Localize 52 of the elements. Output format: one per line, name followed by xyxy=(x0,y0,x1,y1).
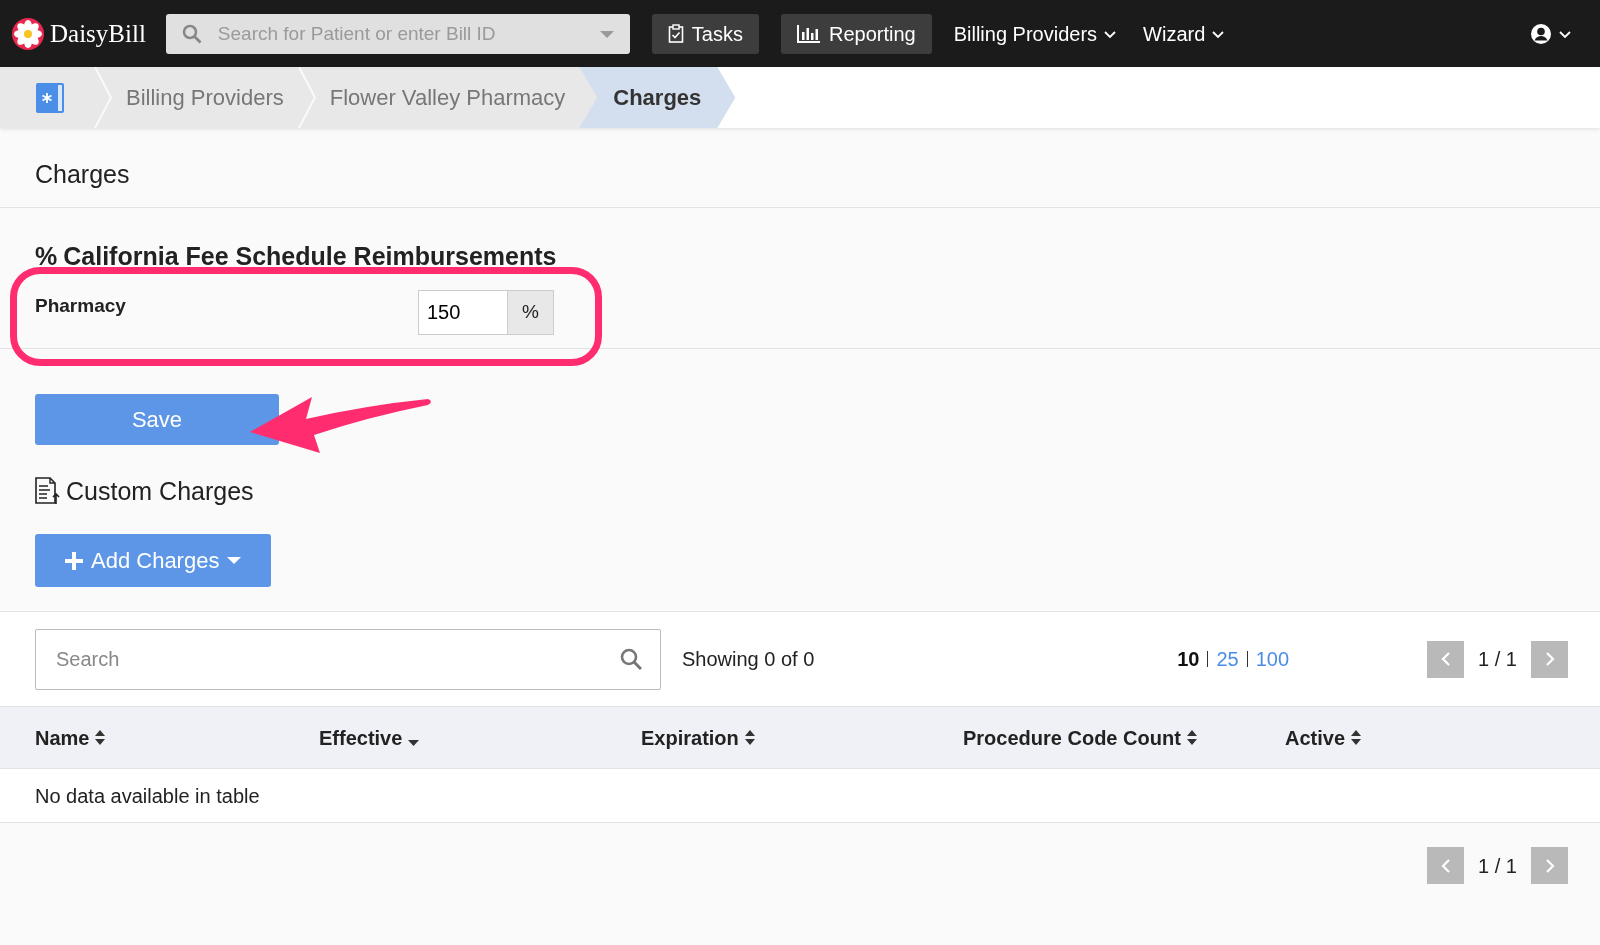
page-size-link[interactable]: 10 xyxy=(1177,644,1200,674)
page-title: Charges xyxy=(0,143,1600,208)
user-menu-button[interactable] xyxy=(1530,22,1572,45)
percent-input[interactable]: 150 xyxy=(418,289,508,335)
column-header[interactable]: Expiration xyxy=(641,722,963,753)
dropdown-caret-icon xyxy=(599,30,614,38)
field-label: Pharmacy xyxy=(35,293,127,318)
document-upload-icon xyxy=(35,477,60,506)
column-header[interactable]: Name xyxy=(35,722,319,753)
section-title: California Fee Schedule Reimbursements xyxy=(63,241,557,272)
section-title: Custom Charges xyxy=(66,475,254,507)
next-page-button[interactable] xyxy=(1531,640,1568,678)
column-header[interactable]: Effective xyxy=(319,722,641,753)
search-icon xyxy=(620,648,642,670)
breadcrumb-separator xyxy=(297,67,316,128)
next-page-button[interactable] xyxy=(1531,847,1568,884)
unit-addon: % xyxy=(508,289,554,335)
chevron-right-icon xyxy=(1544,858,1555,873)
clipboard-icon xyxy=(667,24,684,43)
search-icon xyxy=(181,23,202,44)
chevron-right-icon xyxy=(1544,652,1555,666)
results-count: Showing 0 of 0 xyxy=(682,647,815,672)
chevron-down-icon xyxy=(1558,28,1572,39)
nav-dropdown[interactable]: Wizard xyxy=(1143,18,1226,49)
breadcrumb-link[interactable]: Charges xyxy=(579,67,736,128)
plus-icon xyxy=(65,551,83,570)
page-indicator: 1 / 1 xyxy=(1478,647,1517,672)
daisy-logo-icon xyxy=(12,17,44,50)
previous-page-button[interactable] xyxy=(1427,640,1465,678)
chevron-down-icon xyxy=(1103,28,1118,39)
breadcrumb-link[interactable]: Flower Valley Pharmacy xyxy=(315,67,580,128)
breadcrumb-separator xyxy=(94,67,112,128)
empty-table-message: No data available in table xyxy=(0,769,1600,823)
page-indicator: 1 / 1 xyxy=(1478,853,1517,879)
nav-button[interactable]: Reporting xyxy=(780,13,932,54)
user-avatar-icon xyxy=(1530,22,1552,45)
previous-page-button[interactable] xyxy=(1427,847,1465,884)
chevron-left-icon xyxy=(1440,858,1451,873)
search-box[interactable]: Search xyxy=(35,628,661,690)
chevron-left-icon xyxy=(1440,652,1451,666)
bar-chart-icon xyxy=(796,24,821,43)
column-header[interactable]: Active xyxy=(1285,722,1485,753)
column-header[interactable]: Procedure Code Count xyxy=(963,722,1285,753)
percent-icon: % xyxy=(35,238,58,276)
search-field[interactable]: Search for Patient or enter Bill ID xyxy=(165,13,630,54)
nav-button[interactable]: Tasks xyxy=(651,13,759,54)
nav-dropdown[interactable]: Billing Providers xyxy=(953,18,1118,49)
medical-binder-icon xyxy=(36,82,64,113)
breadcrumb-link[interactable]: Billing Providers xyxy=(112,67,298,128)
logo-text: DaisyBill xyxy=(50,18,146,49)
caret-down-icon xyxy=(227,557,242,564)
chevron-down-icon xyxy=(1211,28,1226,39)
